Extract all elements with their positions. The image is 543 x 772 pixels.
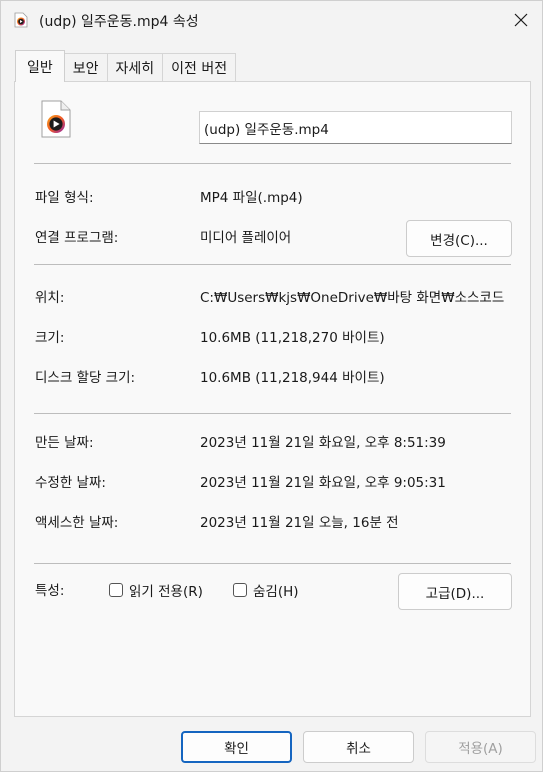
size-on-disk-label: 디스크 할당 크기:	[35, 370, 136, 386]
media-file-icon	[41, 100, 71, 138]
created-value: 2023년 11월 21일 화요일, 오후 8:51:39	[200, 435, 446, 451]
apply-button[interactable]: 적용(A)	[425, 731, 536, 763]
created-label: 만든 날짜:	[35, 435, 94, 451]
file-type-label: 파일 형식:	[35, 190, 94, 206]
general-panel: 파일 형식: MP4 파일(.mp4) 연결 프로그램: 미디어 플레이어 변경…	[14, 81, 531, 717]
ok-button[interactable]: 확인	[181, 731, 292, 763]
media-file-icon	[14, 12, 28, 28]
title-bar[interactable]: (udp) 일주운동.mp4 속성	[1, 1, 542, 39]
location-label: 위치:	[35, 290, 65, 306]
divider	[34, 163, 511, 164]
tab-general[interactable]: 일반	[15, 50, 65, 82]
size-on-disk-value: 10.6MB (11,218,944 바이트)	[200, 370, 385, 386]
divider	[34, 413, 511, 414]
opens-with-label: 연결 프로그램:	[35, 230, 119, 246]
tab-details[interactable]: 자세히	[106, 53, 164, 82]
size-label: 크기:	[35, 330, 65, 346]
file-type-value: MP4 파일(.mp4)	[200, 190, 303, 206]
close-button[interactable]	[498, 1, 543, 39]
location-value: C:₩Users₩kjs₩OneDrive₩바탕 화면₩소스코드	[200, 290, 505, 306]
advanced-button[interactable]: 고급(D)...	[398, 573, 512, 610]
window-title: (udp) 일주운동.mp4 속성	[39, 14, 199, 30]
accessed-value: 2023년 11월 21일 오늘, 16분 전	[200, 515, 399, 531]
modified-label: 수정한 날짜:	[35, 475, 106, 491]
readonly-checkbox-box[interactable]	[109, 583, 123, 597]
filename-input[interactable]	[199, 111, 512, 144]
tab-strip: 일반 보안 자세히 이전 버전	[15, 50, 237, 82]
tab-previous-versions[interactable]: 이전 버전	[162, 53, 237, 82]
change-button[interactable]: 변경(C)...	[406, 220, 512, 257]
hidden-checkbox-box[interactable]	[233, 583, 247, 597]
properties-dialog: (udp) 일주운동.mp4 속성 일반 보안 자세히 이전 버전 (udp) …	[0, 0, 543, 772]
divider	[34, 563, 511, 564]
attributes-label: 특성:	[35, 583, 65, 599]
readonly-checkbox-label: 읽기 전용(R)	[129, 584, 203, 600]
readonly-checkbox[interactable]: 읽기 전용(R)	[109, 580, 203, 600]
close-icon	[514, 13, 528, 27]
accessed-label: 액세스한 날짜:	[35, 515, 119, 531]
hidden-checkbox-label: 숨김(H)	[253, 584, 299, 600]
modified-value: 2023년 11월 21일 화요일, 오후 9:05:31	[200, 475, 446, 491]
hidden-checkbox[interactable]: 숨김(H)	[233, 580, 299, 600]
size-value: 10.6MB (11,218,270 바이트)	[200, 330, 385, 346]
divider	[34, 264, 511, 265]
opens-with-value: 미디어 플레이어	[200, 230, 292, 246]
tab-security[interactable]: 보안	[63, 53, 108, 82]
cancel-button[interactable]: 취소	[303, 731, 414, 763]
